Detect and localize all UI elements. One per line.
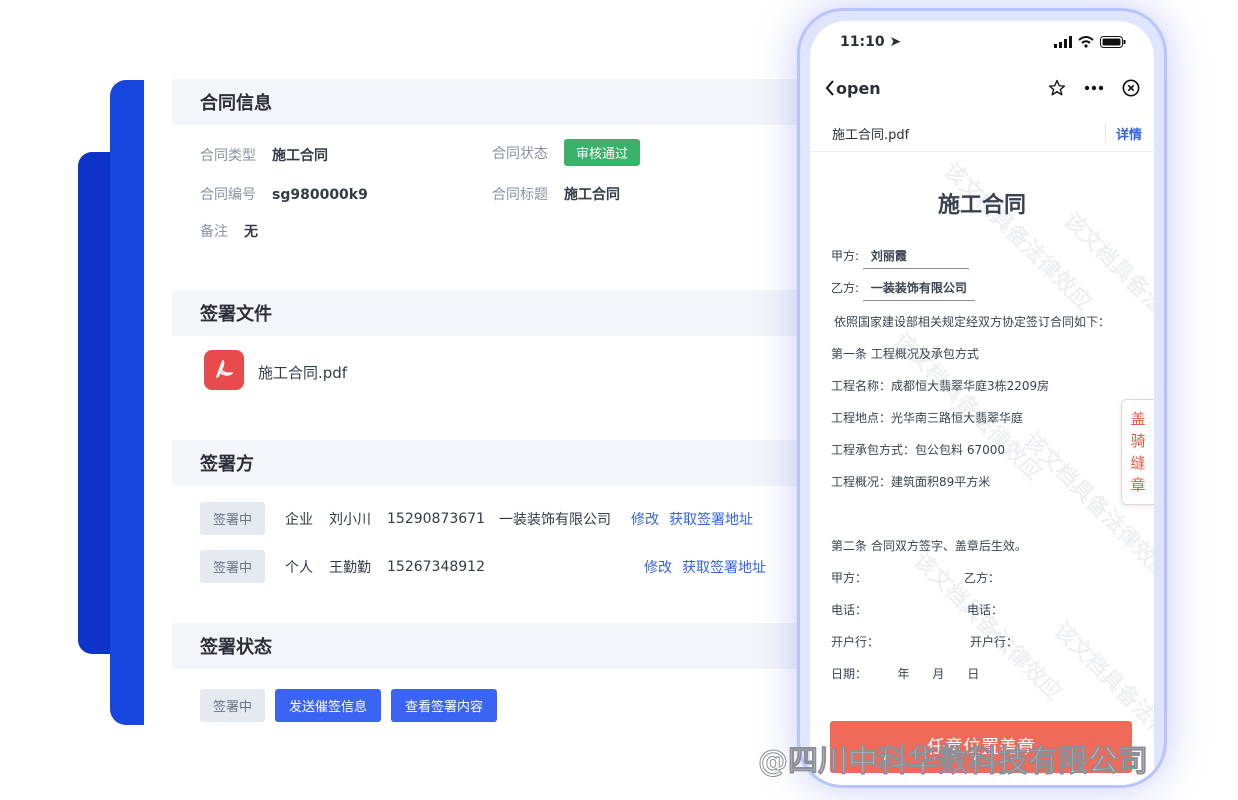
signer-kind: 个人: [285, 559, 314, 576]
contract-remark: 备注无: [200, 224, 258, 240]
nav-bar: open: [824, 71, 1140, 105]
project-area: 工程概况：建筑面积89平方米: [831, 475, 991, 489]
more-icon[interactable]: [1084, 85, 1104, 91]
section-title: 签署文件: [172, 290, 812, 336]
section-title: 合同信息: [172, 79, 812, 125]
sign-status-tag: 签署中: [200, 689, 266, 722]
section-title: 签署状态: [172, 623, 812, 669]
sign-b: 乙方：: [964, 571, 1001, 585]
date-line: 日期： 年 月 日: [831, 667, 980, 681]
project-address: 工程地点：光华南三路恒大翡翠华庭: [831, 411, 1024, 425]
contract-title: 合同标题 施工合同: [492, 187, 620, 203]
section-title: 签署方: [172, 440, 812, 486]
edit-link[interactable]: 修改: [631, 509, 659, 529]
sign-files-section: 签署文件 施工合同.pdf: [172, 290, 812, 420]
clock: 11:10 ➤: [840, 34, 902, 50]
send-reminder-button[interactable]: 发送催签信息: [275, 689, 382, 722]
intro-text: 依照国家建设部相关规定经双方协定签订合同如下：: [834, 315, 1111, 329]
get-sign-address-link[interactable]: 获取签署地址: [682, 557, 766, 577]
signer-company: 一装装饰有限公司: [499, 511, 611, 528]
seam-seal-tab[interactable]: 盖 骑 缝 章: [1121, 399, 1154, 505]
battery-icon: [1100, 36, 1126, 48]
party-a: 甲方: 刘丽霞: [831, 247, 969, 269]
status-bar: 11:10 ➤: [840, 31, 1126, 53]
contract-type: 合同类型 施工合同: [200, 148, 328, 164]
signal-icon: [1054, 36, 1072, 48]
close-circle-icon[interactable]: [1122, 79, 1140, 97]
signer-phone: 15267348912: [387, 558, 485, 575]
signer-row: 签署中 企业 刘小川 15290873671 一装装饰有限公司 修改 获取签署地…: [200, 502, 753, 535]
back-button[interactable]: open: [824, 79, 881, 98]
decorative-block-front: [110, 80, 144, 725]
party-b: 乙方: 一装装饰有限公司: [831, 279, 975, 301]
document-name: 施工合同.pdf: [832, 127, 910, 143]
phone-mockup: 11:10 ➤ open 施工合同.pdf 详情 该文档具备法律效应 该文档具备…: [797, 8, 1167, 788]
article-2: 第二条 合同双方签字、盖章后生效。: [831, 539, 1027, 553]
contract-info-section: 合同信息 合同类型 施工合同 合同状态 审核通过 合同编号 sg980000k9 合同…: [172, 79, 812, 269]
detail-link[interactable]: 详情: [1104, 123, 1142, 143]
contract-status: 合同状态 审核通过: [492, 139, 641, 166]
star-icon[interactable]: [1048, 79, 1066, 97]
edit-link[interactable]: 修改: [644, 557, 672, 577]
phone-screen: 11:10 ➤ open 施工合同.pdf 详情 该文档具备法律效应 该文档具备…: [810, 21, 1154, 785]
document-content: 该文档具备法律效应 该文档具备法律效应 该文档具备法律效应 该文档具备法律效应 …: [810, 158, 1154, 785]
signer-status-tag: 签署中: [200, 502, 266, 535]
signer-name: 王勤勤: [329, 559, 372, 576]
view-sign-content-button[interactable]: 查看签署内容: [391, 689, 498, 722]
sign-status-row: 签署中 发送催签信息 查看签署内容: [200, 689, 498, 722]
tel-a: 电话：: [831, 603, 868, 617]
signer-phone: 15290873671: [387, 510, 485, 527]
document-bar: 施工合同.pdf 详情: [810, 115, 1154, 152]
sign-status-section: 签署状态 签署中 发送催签信息 查看签署内容: [172, 623, 812, 733]
chevron-left-icon: [825, 80, 834, 96]
file-name-link[interactable]: 施工合同.pdf: [258, 362, 347, 383]
sign-a: 甲方：: [831, 571, 868, 585]
status-badge: 审核通过: [564, 139, 641, 166]
bank-b: 开户行：: [970, 635, 1019, 649]
signer-status-tag: 签署中: [200, 550, 266, 583]
pdf-file-icon[interactable]: [204, 350, 244, 390]
tel-b: 电话：: [967, 603, 1004, 617]
signer-row: 签署中 个人 王勤勤 15267348912 修改 获取签署地址: [200, 550, 800, 583]
wifi-icon: [1078, 36, 1094, 48]
signer-name: 刘小川: [329, 511, 372, 528]
location-icon: ➤: [889, 34, 902, 50]
watermark-text: @四川中科华数科技有限公司: [758, 744, 1149, 780]
document-title: 施工合同: [937, 193, 1026, 218]
signers-section: 签署方 签署中 企业 刘小川 15290873671 一装装饰有限公司 修改 获…: [172, 440, 812, 600]
project-mode: 工程承包方式：包公包料 67000: [831, 443, 1005, 457]
project-name: 工程名称：成都恒大翡翠华庭3栋2209房: [831, 379, 1050, 393]
contract-number: 合同编号 sg980000k9: [200, 187, 368, 203]
signer-kind: 企业: [285, 511, 314, 528]
article-1: 第一条 工程概况及承包方式: [831, 347, 979, 361]
get-sign-address-link[interactable]: 获取签署地址: [669, 509, 753, 529]
bank-a: 开户行：: [831, 635, 880, 649]
